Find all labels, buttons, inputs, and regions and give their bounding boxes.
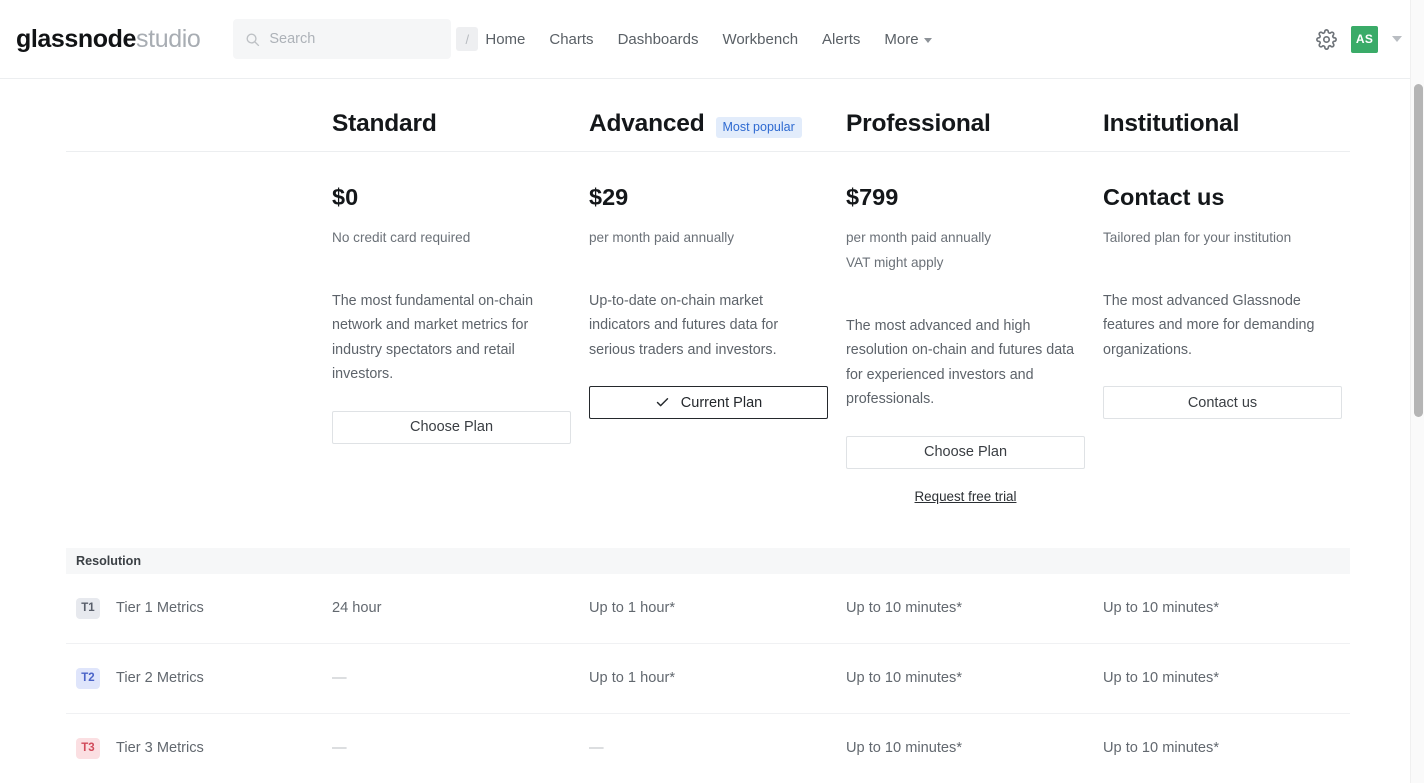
feature-value-tier-3-standard: —	[332, 740, 347, 757]
plan-name-standard: Standard	[332, 110, 437, 137]
plan-price-institutional: Contact us	[1103, 184, 1225, 210]
contact-us-label-institutional: Contact us	[1187, 394, 1258, 411]
feature-value-tier-3-professional: Up to 10 minutes*	[846, 740, 963, 757]
search-input[interactable]	[269, 31, 457, 47]
choose-plan-button-standard[interactable]: Choose Plan	[332, 410, 571, 444]
plan-card-professional: $799 per month paid annually VAT might a…	[846, 184, 1103, 504]
feature-value-tier-3-advanced: —	[589, 740, 604, 757]
feature-label-tier-1: T1 Tier 1 Metrics	[66, 597, 332, 619]
gear-icon[interactable]	[1316, 28, 1337, 50]
primary-nav-links: Home Charts Dashboards Workbench Alerts …	[473, 25, 943, 54]
tier-badge-t1: T1	[76, 597, 100, 619]
feature-name-tier-2: Tier 2 Metrics	[116, 670, 204, 687]
chevron-down-icon	[923, 37, 932, 43]
table-row: T1 Tier 1 Metrics 24 hour Up to 1 hour* …	[66, 574, 1350, 644]
plan-description-institutional: The most advanced Glassnode features and…	[1103, 292, 1315, 358]
plan-price-standard: $0	[332, 184, 359, 210]
plan-name-advanced: Advanced	[589, 110, 705, 137]
tier-badge-t3: T3	[76, 737, 100, 759]
plan-price-note-advanced: per month paid annually	[589, 229, 735, 245]
feature-value-tier-1-advanced: Up to 1 hour*	[589, 600, 675, 617]
nav-link-charts[interactable]: Charts	[537, 25, 605, 54]
logo-primary-text: glassnode	[16, 24, 137, 53]
plan-detail-spacer	[66, 185, 332, 504]
choose-plan-label-standard: Choose Plan	[409, 419, 494, 436]
choose-plan-label-professional: Choose Plan	[923, 444, 1008, 461]
plan-description-advanced: Up-to-date on-chain market indicators an…	[589, 292, 779, 358]
app-logo[interactable]: glassnodestudio	[16, 24, 201, 53]
feature-name-tier-3: Tier 3 Metrics	[116, 740, 204, 757]
plan-price-note-standard: No credit card required	[332, 229, 471, 245]
feature-value-tier-2-standard: —	[332, 670, 347, 687]
plan-detail-row: $0 No credit card required The most fund…	[66, 152, 1350, 504]
plan-card-standard: $0 No credit card required The most fund…	[332, 184, 589, 504]
feature-value-tier-2-institutional: Up to 10 minutes*	[1103, 670, 1220, 687]
feature-label-tier-2: T2 Tier 2 Metrics	[66, 667, 332, 689]
feature-value-tier-1-professional: Up to 10 minutes*	[846, 600, 963, 617]
page-scrollbar-thumb[interactable]	[1414, 84, 1423, 417]
pricing-page: Standard Advanced Most popular Professio…	[0, 79, 1424, 783]
logo-secondary-text: studio	[136, 24, 201, 53]
plan-header-standard: Standard	[332, 110, 589, 151]
plan-price-advanced: $29	[589, 184, 629, 210]
plan-price-note-institutional: Tailored plan for your institution	[1103, 229, 1292, 245]
nav-link-alerts-label: Alerts	[822, 30, 861, 48]
feature-value-tier-1-institutional: Up to 10 minutes*	[1103, 600, 1220, 617]
avatar-chevron-down-icon[interactable]	[1392, 36, 1402, 42]
nav-link-more[interactable]: More	[872, 25, 943, 54]
page-scrollbar-track[interactable]	[1410, 0, 1424, 783]
feature-value-tier-1-standard: 24 hour	[332, 600, 382, 617]
plan-header-row: Standard Advanced Most popular Professio…	[66, 79, 1350, 151]
plan-header-institutional: Institutional	[1103, 110, 1350, 151]
nav-link-more-label: More	[884, 30, 919, 48]
feature-name-tier-1: Tier 1 Metrics	[116, 600, 204, 617]
plan-price-note-professional: per month paid annually	[846, 229, 992, 245]
avatar[interactable]: AS	[1351, 25, 1378, 53]
check-icon	[656, 398, 669, 407]
plan-header-advanced: Advanced Most popular	[589, 110, 846, 151]
feature-section-header: Resolution	[66, 547, 1350, 574]
nav-right-cluster: AS	[1316, 25, 1402, 53]
plan-header-professional: Professional	[846, 110, 1103, 151]
plan-cta-wrap-institutional: Contact us	[1103, 386, 1350, 420]
request-free-trial-link[interactable]: Request free trial	[846, 489, 1085, 504]
most-popular-badge: Most popular	[715, 117, 802, 138]
table-row: T3 Tier 3 Metrics — — Up to 10 minutes* …	[66, 714, 1350, 783]
contact-us-button-institutional[interactable]: Contact us	[1103, 386, 1342, 420]
search-shortcut-key: /	[456, 27, 479, 51]
plan-vat-note-professional: VAT might apply	[846, 254, 944, 270]
plan-name-institutional: Institutional	[1103, 110, 1240, 137]
nav-link-home-label: Home	[485, 30, 526, 48]
plan-card-advanced: $29 per month paid annually Up-to-date o…	[589, 184, 846, 504]
plan-description-professional: The most advanced and high resolution on…	[846, 317, 1075, 408]
nav-link-dashboards-label: Dashboards	[617, 30, 699, 48]
current-plan-label-advanced: Current Plan	[680, 394, 763, 411]
feature-value-tier-2-professional: Up to 10 minutes*	[846, 670, 963, 687]
current-plan-button-advanced[interactable]: Current Plan	[589, 386, 828, 420]
plan-cta-wrap-professional: Choose Plan Request free trial	[846, 435, 1103, 504]
plan-name-professional: Professional	[846, 110, 991, 137]
plan-cta-wrap-advanced: Current Plan	[589, 386, 846, 420]
tier-badge-t2: T2	[76, 667, 100, 689]
plan-description-standard: The most fundamental on-chain network an…	[332, 292, 534, 383]
plan-card-institutional: Contact us Tailored plan for your instit…	[1103, 184, 1350, 504]
nav-link-workbench[interactable]: Workbench	[710, 25, 810, 54]
search-box[interactable]: /	[233, 19, 479, 59]
feature-value-tier-3-institutional: Up to 10 minutes*	[1103, 740, 1220, 757]
nav-link-home[interactable]: Home	[473, 25, 537, 54]
nav-link-dashboards[interactable]: Dashboards	[606, 25, 711, 54]
feature-label-tier-3: T3 Tier 3 Metrics	[66, 737, 332, 759]
plan-price-professional: $799	[846, 184, 899, 210]
table-row: T2 Tier 2 Metrics — Up to 1 hour* Up to …	[66, 644, 1350, 714]
feature-value-tier-2-advanced: Up to 1 hour*	[589, 670, 675, 687]
nav-link-workbench-label: Workbench	[722, 30, 799, 48]
top-navigation-bar: glassnodestudio / Home Charts Dashboards…	[0, 0, 1424, 79]
plan-cta-wrap-standard: Choose Plan	[332, 410, 589, 444]
search-icon	[246, 33, 260, 46]
nav-link-alerts[interactable]: Alerts	[810, 25, 872, 54]
choose-plan-button-professional[interactable]: Choose Plan	[846, 435, 1085, 469]
nav-link-charts-label: Charts	[549, 30, 594, 48]
